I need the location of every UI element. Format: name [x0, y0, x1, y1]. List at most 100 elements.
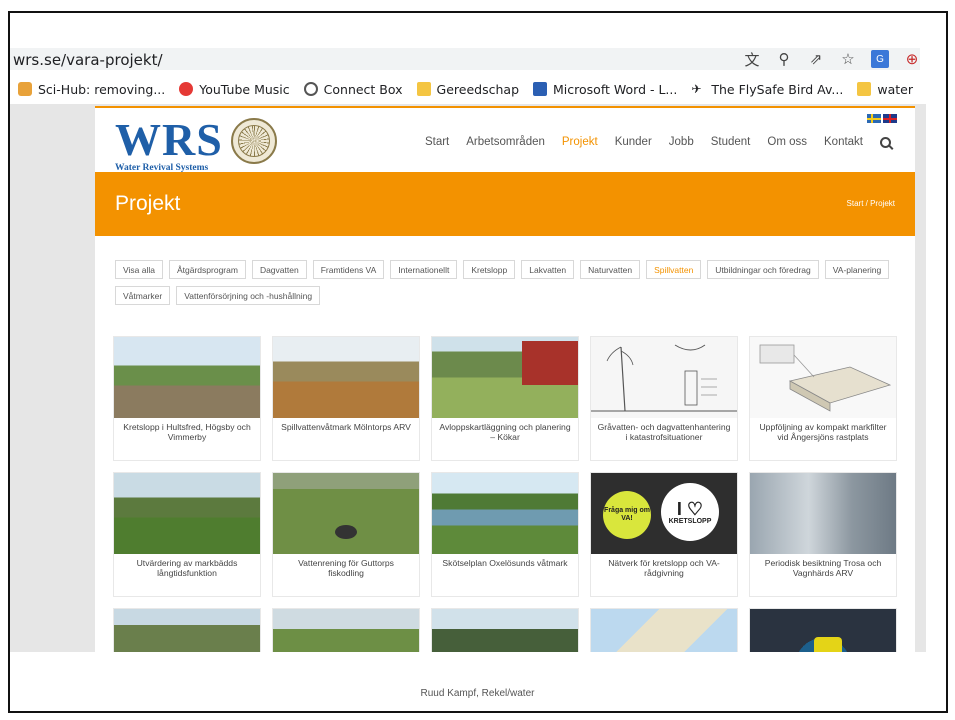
project-title[interactable]: Gråvatten- och dagvattenhantering i kata…: [591, 418, 737, 442]
project-title[interactable]: Avloppskartläggning och planering – Köka…: [432, 418, 578, 442]
bookmarks-bar: Sci-Hub: removing... YouTube Music Conne…: [18, 78, 913, 100]
project-title[interactable]: Skötselplan Oxelösunds våtmark: [432, 554, 578, 568]
bookmark-gereedschap[interactable]: Gereedschap: [416, 81, 520, 97]
profile-icon[interactable]: ⊕: [903, 50, 921, 68]
bookmark-youtube-music[interactable]: YouTube Music: [179, 82, 290, 97]
bookmark-flysafe[interactable]: ✈ The FlySafe Bird Av...: [691, 82, 843, 97]
project-card[interactable]: Periodisk besiktning Trosa och Vagnhärds…: [750, 473, 896, 596]
project-image[interactable]: [591, 337, 737, 418]
project-title[interactable]: Nätverk för kretslopp och VA-rådgivning: [591, 554, 737, 578]
url-text[interactable]: wrs.se/vara-projekt/: [13, 51, 163, 69]
project-image[interactable]: [432, 337, 578, 418]
logo-text: WRS: [115, 114, 223, 165]
project-card[interactable]: Avloppskartläggning och planering – Köka…: [432, 337, 578, 460]
wrs-logo[interactable]: WRS Water Revival Systems: [115, 114, 223, 174]
project-image[interactable]: [273, 473, 419, 554]
nav-start[interactable]: Start: [425, 136, 449, 148]
project-card[interactable]: Spillvattenvåtmark Mölntorps ARV: [273, 337, 419, 460]
filter-framtidens-va[interactable]: Framtidens VA: [312, 260, 385, 279]
extension-icon[interactable]: G: [871, 50, 889, 68]
folder-icon: [857, 82, 872, 96]
project-title[interactable]: Kretslopp i Hultsfred, Högsby och Vimmer…: [114, 418, 260, 442]
bookmark-label: Microsoft Word - L...: [553, 81, 678, 97]
nav-projekt[interactable]: Projekt: [562, 136, 598, 148]
project-image[interactable]: [591, 609, 737, 652]
bookmark-label: water: [877, 81, 913, 97]
nav-kunder[interactable]: Kunder: [615, 136, 652, 148]
filter-naturvatten[interactable]: Naturvatten: [580, 260, 641, 279]
filter-spillvatten[interactable]: Spillvatten: [646, 260, 702, 279]
filter-kretslopp[interactable]: Kretslopp: [463, 260, 516, 279]
project-card[interactable]: Vattenrening för Guttorps fiskodling: [273, 473, 419, 596]
breadcrumb[interactable]: Start / Projekt: [847, 199, 895, 208]
bookmark-connect-box[interactable]: Connect Box: [303, 81, 403, 97]
language-flags: [867, 114, 897, 123]
project-title[interactable]: Periodisk besiktning Trosa och Vagnhärds…: [750, 554, 896, 578]
project-card[interactable]: Uppföljning av kompakt markfilter vid Ån…: [750, 337, 896, 460]
filter-lakvatten[interactable]: Lakvatten: [521, 260, 575, 279]
filter-visa-alla[interactable]: Visa alla: [115, 260, 163, 279]
project-card[interactable]: [432, 609, 578, 652]
website: WRS Water Revival Systems Start Arbetsom…: [95, 106, 915, 652]
project-title[interactable]: Vattenrening för Guttorps fiskodling: [273, 554, 419, 578]
project-image[interactable]: [750, 337, 896, 418]
nav-arbetsomraden[interactable]: Arbetsområden: [466, 136, 545, 148]
search-icon[interactable]: [880, 136, 891, 148]
project-image[interactable]: [114, 337, 260, 418]
nav-jobb[interactable]: Jobb: [669, 136, 694, 148]
nav-kontakt[interactable]: Kontakt: [824, 136, 863, 148]
project-card[interactable]: Skötselplan Oxelösunds våtmark: [432, 473, 578, 596]
project-image[interactable]: [114, 609, 260, 652]
filter-vattenforsorjning[interactable]: Vattenförsörjning och -hushållning: [176, 286, 321, 305]
filter-atgardsprogram[interactable]: Åtgärdsprogram: [168, 260, 246, 279]
filter-vatmarker[interactable]: Våtmarker: [115, 286, 171, 305]
project-card[interactable]: Fråga mig om VA! I ♡ KRETSLOPP Nätverk f…: [591, 473, 737, 596]
bookmark-label: Connect Box: [323, 81, 403, 97]
project-image[interactable]: Fråga mig om VA! I ♡ KRETSLOPP: [591, 473, 737, 554]
main-nav: Start Arbetsområden Projekt Kunder Jobb …: [425, 136, 891, 148]
filter-utbildningar[interactable]: Utbildningar och föredrag: [707, 260, 819, 279]
page-banner: Projekt Start / Projekt: [95, 172, 915, 236]
project-card[interactable]: [114, 609, 260, 652]
project-image[interactable]: [273, 609, 419, 652]
project-card[interactable]: Kretslopp i Hultsfred, Högsby och Vimmer…: [114, 337, 260, 460]
youtube-music-icon: [179, 82, 194, 96]
star-icon[interactable]: ☆: [839, 50, 857, 68]
filter-internationellt[interactable]: Internationellt: [390, 260, 458, 279]
seal-icon: [231, 118, 277, 164]
zoom-icon[interactable]: ⚲: [775, 50, 793, 68]
page-title: Projekt: [115, 192, 181, 215]
filter-va-planering[interactable]: VA-planering: [824, 260, 890, 279]
project-card[interactable]: Gråvatten- och dagvattenhantering i kata…: [591, 337, 737, 460]
project-image[interactable]: [114, 473, 260, 554]
nav-student[interactable]: Student: [711, 136, 751, 148]
project-title[interactable]: Uppföljning av kompakt markfilter vid Ån…: [750, 418, 896, 442]
project-card[interactable]: [591, 609, 737, 652]
scihub-icon: [18, 82, 32, 96]
project-image[interactable]: [432, 473, 578, 554]
project-image[interactable]: [750, 473, 896, 554]
project-title[interactable]: Utvärdering av markbädds långtidsfunktio…: [114, 554, 260, 578]
badge-kretslopp: I ♡ KRETSLOPP: [661, 483, 719, 541]
word-icon: [533, 82, 548, 96]
share-icon[interactable]: ⇗: [807, 50, 825, 68]
filter-dagvatten[interactable]: Dagvatten: [251, 260, 307, 279]
swedish-flag-icon[interactable]: [867, 114, 881, 123]
project-image[interactable]: [432, 609, 578, 652]
english-flag-icon[interactable]: [883, 114, 897, 123]
project-title[interactable]: Spillvattenvåtmark Mölntorps ARV: [273, 418, 419, 432]
bookmark-label: Gereedschap: [436, 81, 520, 97]
project-card[interactable]: [750, 609, 896, 652]
project-card[interactable]: [273, 609, 419, 652]
badge-heart-text: I ♡: [676, 498, 704, 519]
project-image[interactable]: [750, 609, 896, 652]
translate-icon[interactable]: 文: [743, 50, 761, 69]
nav-om-oss[interactable]: Om oss: [767, 136, 807, 148]
bookmark-word[interactable]: Microsoft Word - L...: [533, 82, 677, 97]
bookmark-label: The FlySafe Bird Av...: [711, 81, 844, 97]
bookmark-scihub[interactable]: Sci-Hub: removing...: [18, 82, 165, 97]
project-image[interactable]: [273, 337, 419, 418]
project-card[interactable]: Utvärdering av markbädds långtidsfunktio…: [114, 473, 260, 596]
globe-icon: [303, 82, 318, 96]
bookmark-water[interactable]: water: [857, 82, 913, 97]
